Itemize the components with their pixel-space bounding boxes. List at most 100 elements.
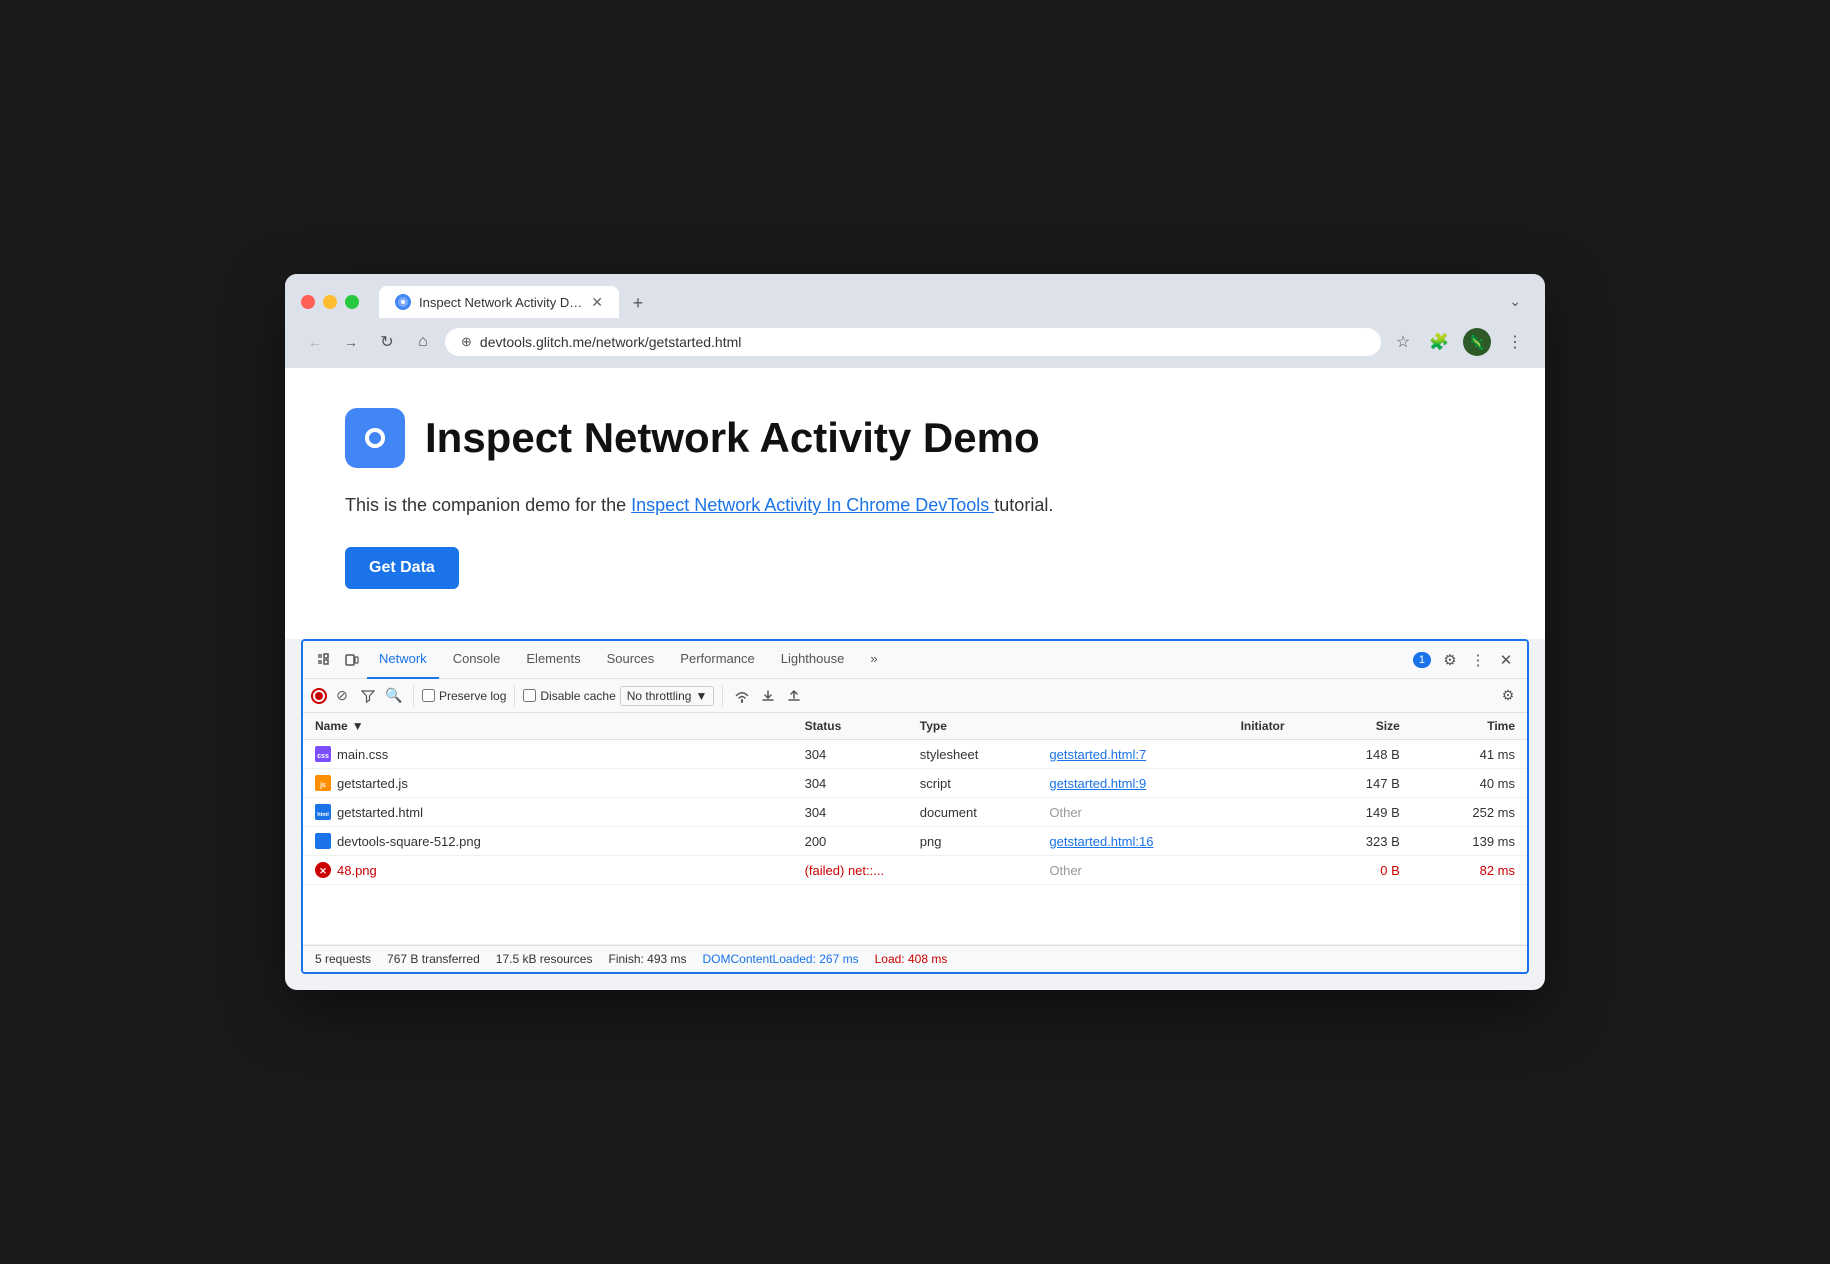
title-bar: Inspect Network Activity Dem ✕ + ⌄ xyxy=(285,274,1545,318)
status-cell: 200 xyxy=(793,827,908,856)
bookmark-button[interactable]: ☆ xyxy=(1389,328,1417,356)
size-cell: 149 B xyxy=(1297,798,1412,827)
maximize-traffic-light[interactable] xyxy=(345,295,359,309)
tab-title: Inspect Network Activity Dem xyxy=(419,295,583,310)
preserve-log-checkbox[interactable]: Preserve log xyxy=(422,689,506,703)
load-time: Load: 408 ms xyxy=(875,952,948,966)
clear-button[interactable]: ⊘ xyxy=(331,685,353,707)
devtools-more-button[interactable]: ⋮ xyxy=(1465,647,1491,673)
back-button[interactable]: ← xyxy=(301,328,329,356)
forward-icon: → xyxy=(344,334,358,350)
empty-row xyxy=(303,885,1527,945)
throttle-arrow-icon: ▼ xyxy=(695,689,707,703)
tab-more-label: » xyxy=(870,651,877,666)
back-icon: ← xyxy=(308,334,322,350)
type-column-header[interactable]: Type xyxy=(908,713,1038,740)
name-cell: devtools-square-512.png xyxy=(303,827,793,856)
status-cell: 304 xyxy=(793,740,908,769)
tab-network[interactable]: Network xyxy=(367,641,439,679)
selector-tool-button[interactable] xyxy=(311,647,337,673)
table-row[interactable]: devtools-square-512.png 200 png getstart… xyxy=(303,827,1527,856)
page-header: Inspect Network Activity Demo xyxy=(345,408,1485,468)
table-row[interactable]: ✕ 48.png (failed) net::... Other 0 B 82 … xyxy=(303,856,1527,885)
requests-count: 5 requests xyxy=(315,952,371,966)
tab-more[interactable]: » xyxy=(858,641,889,679)
network-settings-button[interactable]: ⚙ xyxy=(1497,685,1519,707)
disable-cache-input[interactable] xyxy=(523,689,536,702)
tab-close-button[interactable]: ✕ xyxy=(591,295,603,309)
table-row[interactable]: css main.css 304 stylesheet getstarted.h… xyxy=(303,740,1527,769)
devtools-top-toolbar: Network Console Elements Sources Perform… xyxy=(303,641,1527,679)
size-column-header[interactable]: Size xyxy=(1297,713,1412,740)
minimize-traffic-light[interactable] xyxy=(323,295,337,309)
forward-button[interactable]: → xyxy=(337,328,365,356)
close-traffic-light[interactable] xyxy=(301,295,315,309)
name-cell: css main.css xyxy=(303,740,793,769)
tab-console[interactable]: Console xyxy=(441,641,513,679)
status-column-header[interactable]: Status xyxy=(793,713,908,740)
initiator-cell: getstarted.html:16 xyxy=(1037,827,1296,856)
disable-cache-checkbox[interactable]: Disable cache xyxy=(523,689,615,703)
time-column-header[interactable]: Time xyxy=(1412,713,1527,740)
initiator-cell: getstarted.html:9 xyxy=(1037,769,1296,798)
table-body: css main.css 304 stylesheet getstarted.h… xyxy=(303,740,1527,945)
active-tab[interactable]: Inspect Network Activity Dem ✕ xyxy=(379,286,619,318)
tab-lighthouse[interactable]: Lighthouse xyxy=(769,641,857,679)
file-name: devtools-square-512.png xyxy=(337,834,481,849)
devtools-close-button[interactable]: ✕ xyxy=(1493,647,1519,673)
type-cell: stylesheet xyxy=(908,740,1038,769)
address-bar: ← → ↻ ⌂ ⊕ devtools.glitch.me/network/get… xyxy=(285,318,1545,368)
sort-arrow-icon: ▼ xyxy=(352,719,364,733)
get-data-button[interactable]: Get Data xyxy=(345,547,459,589)
devtools-network-toolbar: ⊘ 🔍 Preserve log Disable cache No thrott… xyxy=(303,679,1527,713)
toolbar-divider2 xyxy=(514,686,515,706)
chrome-menu-button[interactable]: ⋮ xyxy=(1501,328,1529,356)
search-button[interactable]: 🔍 xyxy=(383,685,405,707)
tab-elements[interactable]: Elements xyxy=(514,641,592,679)
filter-button[interactable] xyxy=(357,685,379,707)
chrome-logo xyxy=(345,408,405,468)
time-cell: 139 ms xyxy=(1412,827,1527,856)
svg-text:✕: ✕ xyxy=(319,866,327,876)
devtools-settings-button[interactable]: ⚙ xyxy=(1437,647,1463,673)
tab-console-label: Console xyxy=(453,651,501,666)
home-button[interactable]: ⌂ xyxy=(409,328,437,356)
toolbar-divider3 xyxy=(722,686,723,706)
description-post: tutorial. xyxy=(994,495,1053,515)
initiator-link[interactable]: getstarted.html:9 xyxy=(1049,776,1146,791)
tab-sources[interactable]: Sources xyxy=(595,641,667,679)
tab-performance[interactable]: Performance xyxy=(668,641,766,679)
device-toolbar-button[interactable] xyxy=(339,647,365,673)
dom-content-loaded: DOMContentLoaded: 267 ms xyxy=(703,952,859,966)
file-name: main.css xyxy=(337,747,388,762)
time-cell: 40 ms xyxy=(1412,769,1527,798)
window-menu-button[interactable]: ⌄ xyxy=(1501,289,1529,313)
tabs-container: Inspect Network Activity Dem ✕ + xyxy=(379,286,1489,318)
url-bar[interactable]: ⊕ devtools.glitch.me/network/getstarted.… xyxy=(445,328,1381,356)
profile-avatar[interactable]: 🦎 xyxy=(1461,326,1493,358)
time-cell: 41 ms xyxy=(1412,740,1527,769)
import-har-button[interactable] xyxy=(757,685,779,707)
disable-cache-label: Disable cache xyxy=(540,689,615,703)
table-row[interactable]: html getstarted.html 304 document Other … xyxy=(303,798,1527,827)
initiator-cell: getstarted.html:7 xyxy=(1037,740,1296,769)
png-file-icon xyxy=(315,833,331,849)
devtools-tutorial-link[interactable]: Inspect Network Activity In Chrome DevTo… xyxy=(631,495,994,515)
initiator-column-header[interactable]: Initiator xyxy=(1037,713,1296,740)
online-button[interactable] xyxy=(731,685,753,707)
devtools-panel: Network Console Elements Sources Perform… xyxy=(301,639,1529,974)
initiator-link[interactable]: getstarted.html:7 xyxy=(1049,747,1146,762)
preserve-log-input[interactable] xyxy=(422,689,435,702)
refresh-button[interactable]: ↻ xyxy=(373,328,401,356)
initiator-other: Other xyxy=(1049,863,1082,878)
table-row[interactable]: js getstarted.js 304 script getstarted.h… xyxy=(303,769,1527,798)
extension-button[interactable]: 🧩 xyxy=(1425,328,1453,356)
record-button[interactable] xyxy=(311,688,327,704)
throttle-dropdown[interactable]: No throttling ▼ xyxy=(620,686,715,706)
name-column-header: Name ▼ xyxy=(303,713,793,740)
initiator-link[interactable]: getstarted.html:16 xyxy=(1049,834,1153,849)
export-har-button[interactable] xyxy=(783,685,805,707)
time-cell: 252 ms xyxy=(1412,798,1527,827)
new-tab-button[interactable]: + xyxy=(623,288,653,318)
name-sort[interactable]: Name ▼ xyxy=(315,719,364,733)
